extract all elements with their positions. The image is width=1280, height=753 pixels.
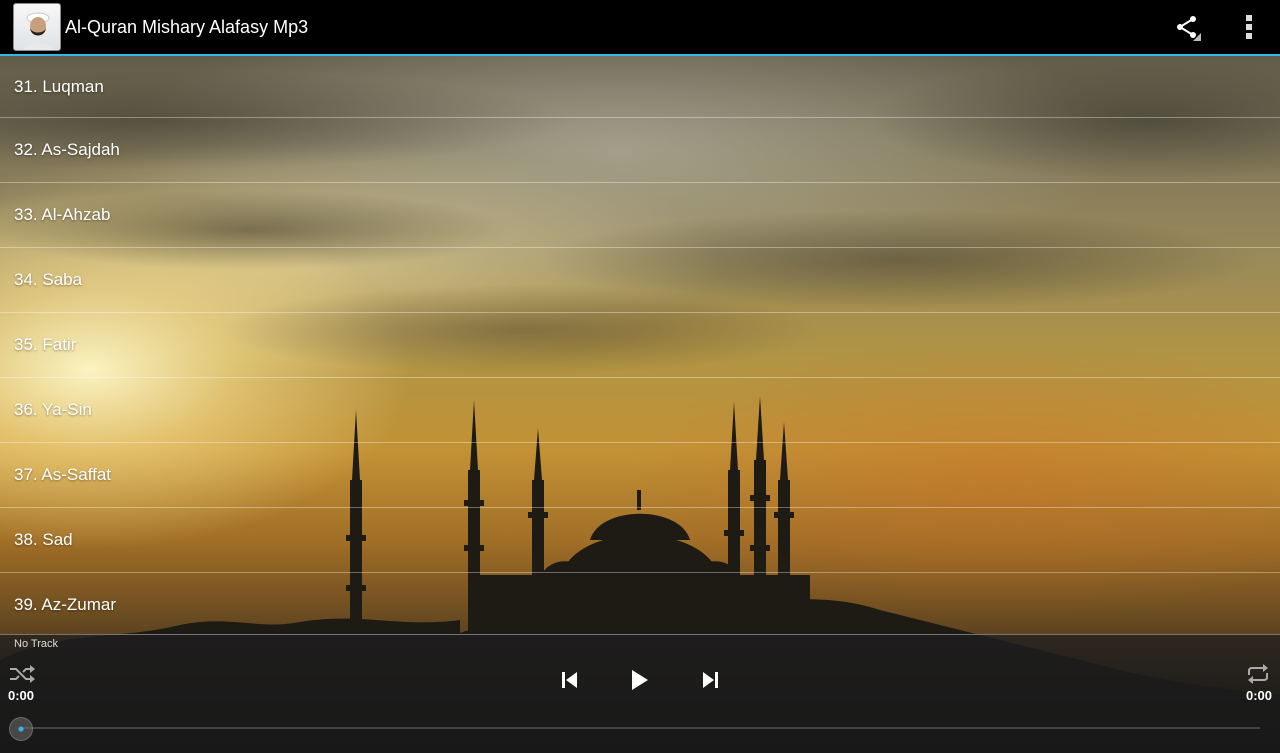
list-item[interactable]: 32. As-Sajdah — [0, 118, 1280, 183]
list-item[interactable]: 31. Luqman — [0, 56, 1280, 118]
now-playing-label: No Track — [14, 638, 59, 650]
overflow-menu-button[interactable] — [1218, 0, 1280, 54]
app-logo-icon[interactable] — [13, 3, 61, 51]
overflow-menu-icon — [1246, 15, 1252, 39]
seek-thumb[interactable] — [9, 717, 33, 741]
share-button[interactable] — [1156, 0, 1218, 54]
list-item[interactable]: 33. Al-Ahzab — [0, 183, 1280, 248]
duration-time: 0:00 — [1245, 688, 1272, 703]
share-icon — [1177, 16, 1201, 41]
next-button[interactable] — [690, 665, 730, 695]
repeat-button[interactable] — [1244, 663, 1272, 685]
next-icon — [703, 672, 718, 688]
list-item[interactable]: 38. Sad — [0, 508, 1280, 573]
list-item[interactable]: 37. As-Saffat — [0, 443, 1280, 508]
shuffle-button[interactable] — [8, 663, 36, 685]
repeat-icon — [1248, 664, 1268, 684]
action-bar: Al-Quran Mishary Alafasy Mp3 — [0, 0, 1280, 56]
track-list: 31. Luqman 32. As-Sajdah 33. Al-Ahzab 34… — [0, 56, 1280, 634]
shuffle-icon — [10, 665, 35, 683]
seek-bar[interactable] — [20, 727, 1260, 729]
list-item[interactable]: 34. Saba — [0, 248, 1280, 313]
app-title: Al-Quran Mishary Alafasy Mp3 — [65, 16, 309, 37]
play-icon — [632, 670, 648, 690]
list-item[interactable]: 36. Ya-Sin — [0, 378, 1280, 443]
previous-icon — [562, 672, 577, 688]
player-panel: No Track 0:00 0:00 — [0, 634, 1280, 753]
elapsed-time: 0:00 — [8, 688, 35, 703]
previous-button[interactable] — [550, 665, 590, 695]
play-button[interactable] — [619, 665, 659, 695]
list-item[interactable]: 35. Fatir — [0, 313, 1280, 378]
list-item[interactable]: 39. Az-Zumar — [0, 573, 1280, 634]
